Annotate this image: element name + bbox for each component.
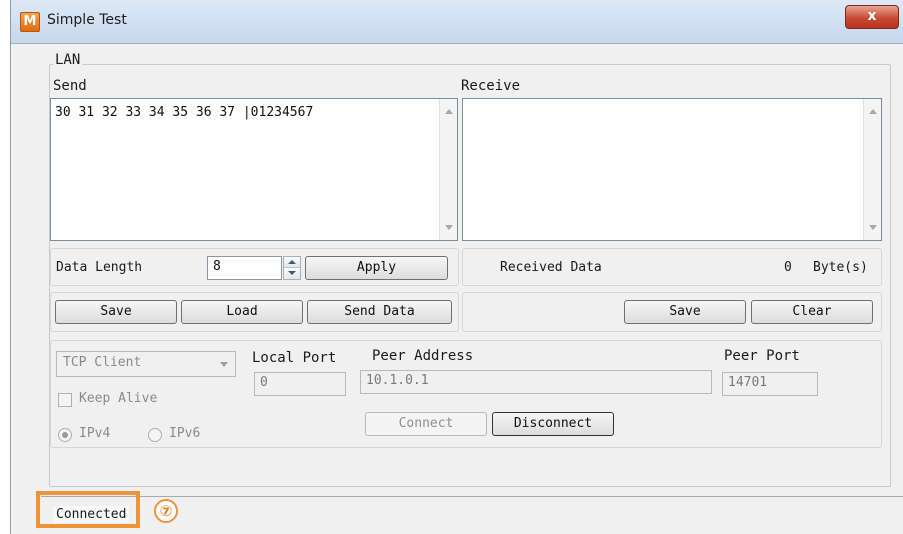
- local-port-input[interactable]: 0: [254, 372, 346, 396]
- title-bar[interactable]: M Simple Test x: [11, 0, 903, 44]
- send-textarea[interactable]: 30 31 32 33 34 35 36 37 |01234567: [50, 98, 458, 241]
- keep-alive-checkbox[interactable]: [58, 393, 72, 407]
- send-scrollbar[interactable]: [439, 99, 457, 240]
- received-data-count: 0: [784, 260, 792, 275]
- load-button[interactable]: Load: [181, 300, 303, 324]
- scroll-down-icon[interactable]: [445, 225, 453, 230]
- lan-group-label: LAN: [53, 52, 83, 68]
- close-icon: x: [867, 8, 877, 24]
- peer-address-label: Peer Address: [372, 348, 474, 364]
- received-data-label: Received Data: [500, 260, 602, 275]
- ipv4-label: IPv4: [79, 426, 111, 441]
- app-window: M Simple Test x LAN Send Receive 30 31 3…: [10, 0, 903, 534]
- ipv6-radio[interactable]: [148, 428, 162, 442]
- callout-number-badge: ⑦: [154, 499, 178, 523]
- keep-alive-label: Keep Alive: [79, 391, 158, 406]
- app-icon: M: [20, 12, 40, 32]
- connect-button[interactable]: Connect: [365, 412, 487, 436]
- send-label: Send: [53, 78, 87, 94]
- data-length-stepper[interactable]: [283, 256, 301, 280]
- peer-port-label: Peer Port: [724, 348, 800, 364]
- peer-address-input[interactable]: 10.1.0.1: [360, 370, 712, 394]
- peer-port-input[interactable]: 14701: [722, 372, 818, 396]
- disconnect-button[interactable]: Disconnect: [492, 412, 614, 436]
- stepper-down[interactable]: [284, 268, 300, 279]
- radio-selected-icon: [62, 432, 68, 438]
- scroll-up-icon[interactable]: [445, 109, 453, 114]
- send-content: 30 31 32 33 34 35 36 37 |01234567: [55, 105, 314, 120]
- clear-button[interactable]: Clear: [751, 300, 873, 324]
- receive-textarea[interactable]: [462, 98, 882, 241]
- ipv4-radio[interactable]: [58, 428, 72, 442]
- received-data-unit: Byte(s): [813, 260, 868, 275]
- status-highlight-box: [36, 491, 140, 528]
- data-length-input[interactable]: 8: [207, 256, 282, 280]
- connection-mode-value: TCP Client: [63, 355, 142, 370]
- local-port-label: Local Port: [252, 350, 337, 366]
- receive-save-button[interactable]: Save: [624, 300, 746, 324]
- close-button[interactable]: x: [845, 5, 899, 29]
- data-length-label: Data Length: [56, 260, 143, 275]
- chevron-down-icon: [220, 362, 228, 367]
- chevron-down-icon: [288, 271, 296, 275]
- window-title: Simple Test: [47, 12, 127, 28]
- send-data-button[interactable]: Send Data: [307, 300, 452, 324]
- connection-mode-select[interactable]: TCP Client: [56, 351, 236, 377]
- apply-button[interactable]: Apply: [305, 256, 448, 280]
- receive-scrollbar[interactable]: [863, 99, 881, 240]
- receive-label: Receive: [461, 78, 521, 94]
- client-area: LAN Send Receive 30 31 32 33 34 35 36 37…: [41, 44, 903, 534]
- scroll-up-icon[interactable]: [869, 109, 877, 114]
- chevron-up-icon: [288, 260, 296, 264]
- send-save-button[interactable]: Save: [55, 300, 177, 324]
- stepper-up[interactable]: [284, 257, 300, 268]
- ipv6-label: IPv6: [169, 426, 201, 441]
- scroll-down-icon[interactable]: [869, 225, 877, 230]
